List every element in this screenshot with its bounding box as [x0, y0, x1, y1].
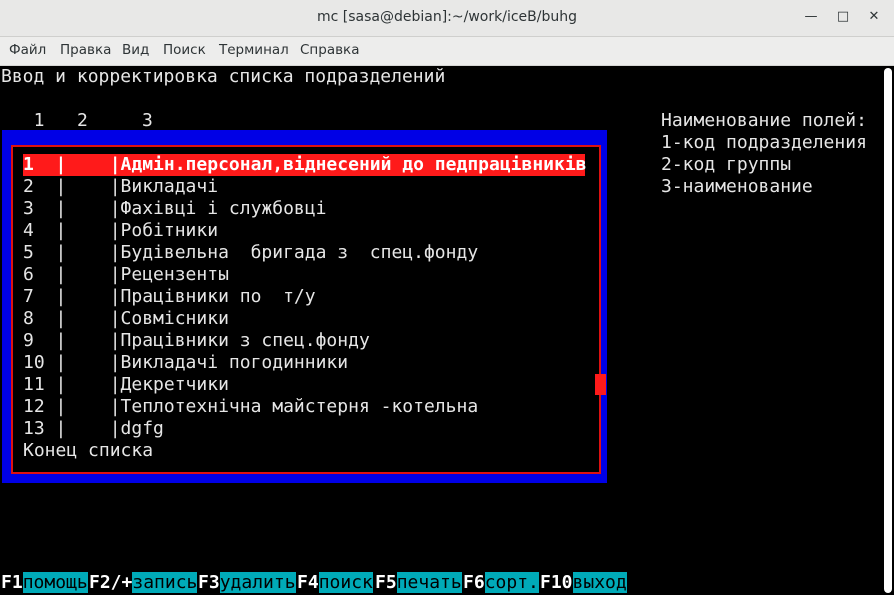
- menu-view[interactable]: Вид: [122, 42, 149, 58]
- menu-help[interactable]: Справка: [300, 42, 359, 58]
- list-row[interactable]: 7 | |Працівники по т/у: [23, 286, 316, 308]
- list-row[interactable]: 5 | |Будівельна бригада з спец.фонду: [23, 242, 478, 264]
- close-icon[interactable]: ✕: [863, 6, 885, 28]
- list-row[interactable]: 12 | |Теплотехнічна майстерня -котельна: [23, 396, 478, 418]
- fkey-label: выход: [572, 572, 627, 593]
- minimize-icon[interactable]: —: [800, 6, 822, 28]
- field-legend-item: 3-наименование: [661, 176, 813, 197]
- fkey-label: удалить: [219, 572, 296, 593]
- fkey-code: F2/+: [89, 572, 133, 593]
- list-row[interactable]: 4 | |Робітники: [23, 220, 218, 242]
- fkey-code: F6: [463, 572, 485, 593]
- list-end-label: Конец списка: [23, 440, 154, 461]
- menu-search[interactable]: Поиск: [163, 42, 206, 58]
- fkey-print[interactable]: F5печать: [375, 572, 462, 594]
- fkey-label: запись: [132, 572, 198, 593]
- list-row[interactable]: 13 | |dgfg: [23, 418, 164, 440]
- fkey-search[interactable]: F4поиск: [297, 572, 373, 594]
- menu-terminal[interactable]: Терминал: [219, 42, 289, 58]
- field-legend-item: 2-код группы: [661, 154, 792, 175]
- field-legend-title: Наименование полей:: [661, 110, 867, 131]
- fkey-help[interactable]: F1помощь: [1, 572, 88, 594]
- fkey-code: F4: [297, 572, 319, 593]
- list-row[interactable]: 6 | |Рецензенты: [23, 264, 229, 286]
- window-title: mc [sasa@debian]:~/work/iceB/buhg: [317, 9, 577, 25]
- fkey-label: печать: [396, 572, 462, 593]
- list-scroll-indicator: [595, 374, 606, 395]
- fkey-exit[interactable]: F10выход: [540, 572, 627, 594]
- fkey-sort[interactable]: F6сорт.: [463, 572, 539, 594]
- fkey-code: F10: [540, 572, 573, 593]
- fkey-code: F3: [198, 572, 220, 593]
- fkey-label: сорт.: [484, 572, 539, 593]
- list-row[interactable]: 3 | |Фахівці і службовці: [23, 198, 326, 220]
- column-numbers: 1 2 3: [12, 110, 153, 131]
- fkey-label: помощь: [22, 572, 88, 593]
- menubar: Файл Правка Вид Поиск Терминал Справка: [0, 37, 894, 66]
- fkey-delete[interactable]: F3удалить: [198, 572, 296, 594]
- list-row[interactable]: 9 | |Працівники з спец.фонду: [23, 330, 370, 352]
- fkey-label: поиск: [318, 572, 373, 593]
- window-titlebar: mc [sasa@debian]:~/work/iceB/buhg — □ ✕: [0, 0, 894, 37]
- fkey-code: F5: [375, 572, 397, 593]
- maximize-icon[interactable]: □: [832, 6, 854, 28]
- scrollbar-thumb[interactable]: [884, 68, 892, 593]
- list-row[interactable]: 8 | |Совмісники: [23, 308, 229, 330]
- list-row[interactable]: 11 | |Декретчики: [23, 374, 229, 396]
- fkey-save[interactable]: F2/+запись: [89, 572, 198, 594]
- screen-heading: Ввод и корректировка списка подразделени…: [1, 66, 446, 87]
- fkey-code: F1: [1, 572, 23, 593]
- menu-edit[interactable]: Правка: [60, 42, 111, 58]
- field-legend-item: 1-код подразделения: [661, 132, 867, 153]
- menu-file[interactable]: Файл: [9, 42, 46, 58]
- list-row[interactable]: 10 | |Викладачі погодинники: [23, 352, 348, 374]
- list-row-selected[interactable]: 1 | |Адмін.персонал,віднесений до педпра…: [23, 154, 587, 176]
- list-row[interactable]: 2 | |Викладачі: [23, 176, 218, 198]
